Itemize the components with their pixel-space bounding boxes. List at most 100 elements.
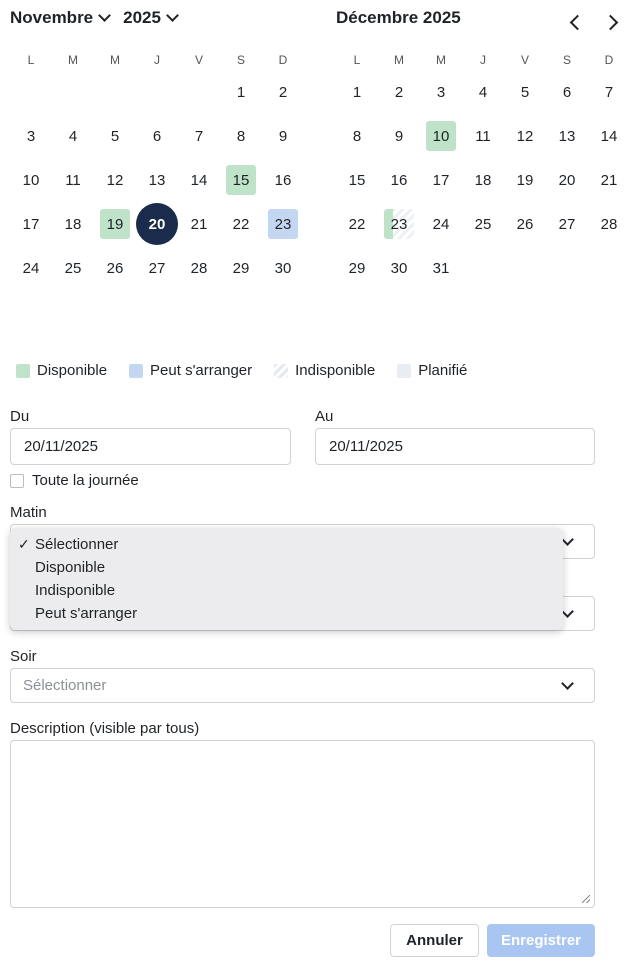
day-cell[interactable]: 15 xyxy=(220,158,262,202)
day-number: 28 xyxy=(600,215,618,233)
dropdown-option-unavailable[interactable]: Indisponible xyxy=(10,579,563,602)
day-number: 21 xyxy=(600,171,618,189)
day-cell[interactable]: 9 xyxy=(262,114,304,158)
day-cell[interactable]: 11 xyxy=(462,114,504,158)
day-cell[interactable]: 17 xyxy=(10,202,52,246)
all-day-checkbox[interactable] xyxy=(10,474,24,488)
day-cell[interactable]: 16 xyxy=(378,158,420,202)
day-cell[interactable]: 20 xyxy=(136,202,178,246)
day-cell[interactable]: 7 xyxy=(588,70,624,114)
day-cell[interactable]: 21 xyxy=(178,202,220,246)
dropdown-option-select[interactable]: ✓ Sélectionner xyxy=(10,533,563,556)
day-cell[interactable]: 24 xyxy=(10,246,52,290)
next-month-button[interactable] xyxy=(602,12,622,32)
day-cell[interactable]: 22 xyxy=(220,202,262,246)
chevron-right-icon xyxy=(602,14,618,30)
day-cell[interactable]: 30 xyxy=(262,246,304,290)
day-cell[interactable]: 13 xyxy=(136,158,178,202)
day-cell[interactable]: 23 xyxy=(262,202,304,246)
from-date-value: 20/11/2025 xyxy=(24,438,98,455)
day-cell[interactable]: 23 xyxy=(378,202,420,246)
day-cell[interactable]: 6 xyxy=(136,114,178,158)
dropdown-option-maybe[interactable]: Peut s'arranger xyxy=(10,602,563,625)
day-cell[interactable]: 29 xyxy=(336,246,378,290)
day-cell[interactable]: 27 xyxy=(546,202,588,246)
day-cell[interactable]: 22 xyxy=(336,202,378,246)
month-dropdown[interactable]: Novembre xyxy=(10,8,112,28)
day-cell[interactable]: 12 xyxy=(94,158,136,202)
year-dropdown[interactable]: 2025 xyxy=(123,8,179,28)
morning-dropdown-menu: ✓ Sélectionner Disponible Indisponible Pe… xyxy=(10,528,563,630)
day-cell[interactable]: 16 xyxy=(262,158,304,202)
day-cell[interactable]: 12 xyxy=(504,114,546,158)
previous-month-button[interactable] xyxy=(565,12,585,32)
day-cell[interactable]: 25 xyxy=(462,202,504,246)
day-cell[interactable]: 8 xyxy=(336,114,378,158)
weekday-label: M xyxy=(68,53,78,67)
description-textarea[interactable] xyxy=(10,740,595,908)
day-cell[interactable]: 14 xyxy=(178,158,220,202)
day-cell[interactable]: 24 xyxy=(420,202,462,246)
resize-handle-icon[interactable] xyxy=(582,895,590,903)
cancel-button[interactable]: Annuler xyxy=(390,924,479,957)
day-cell[interactable]: 18 xyxy=(462,158,504,202)
day-cell[interactable]: 26 xyxy=(94,246,136,290)
day-cell[interactable]: 27 xyxy=(136,246,178,290)
day-cell[interactable]: 18 xyxy=(52,202,94,246)
day-cell[interactable]: 28 xyxy=(588,202,624,246)
day-cell[interactable]: 31 xyxy=(420,246,462,290)
day-number: 3 xyxy=(436,83,446,101)
day-cell[interactable]: 19 xyxy=(504,158,546,202)
day-number: 30 xyxy=(390,259,408,277)
day-cell[interactable]: 25 xyxy=(52,246,94,290)
calendar-week-row: 17 18 19 20 21 22 23 xyxy=(10,202,304,246)
day-cell[interactable]: 3 xyxy=(10,114,52,158)
day-cell[interactable]: 3 xyxy=(420,70,462,114)
day-cell[interactable]: 10 xyxy=(10,158,52,202)
day-cell[interactable]: 2 xyxy=(378,70,420,114)
empty-day-cell xyxy=(588,246,624,290)
day-number: 24 xyxy=(22,259,40,277)
day-cell[interactable]: 13 xyxy=(546,114,588,158)
save-button[interactable]: Enregistrer xyxy=(487,924,595,957)
weekday-label: M xyxy=(394,53,404,67)
day-number: 27 xyxy=(148,259,166,277)
day-cell[interactable]: 19 xyxy=(94,202,136,246)
day-cell[interactable]: 20 xyxy=(546,158,588,202)
month-year-selector: Novembre 2025 xyxy=(10,8,179,28)
empty-day-cell xyxy=(462,246,504,290)
day-cell[interactable]: 15 xyxy=(336,158,378,202)
day-cell[interactable]: 6 xyxy=(546,70,588,114)
day-cell[interactable]: 30 xyxy=(378,246,420,290)
day-cell[interactable]: 10 xyxy=(420,114,462,158)
day-cell[interactable]: 21 xyxy=(588,158,624,202)
day-cell[interactable]: 5 xyxy=(504,70,546,114)
day-cell[interactable]: 4 xyxy=(462,70,504,114)
day-cell[interactable]: 1 xyxy=(220,70,262,114)
day-cell[interactable]: 29 xyxy=(220,246,262,290)
to-label: Au xyxy=(315,408,334,425)
day-cell[interactable]: 9 xyxy=(378,114,420,158)
day-cell[interactable]: 7 xyxy=(178,114,220,158)
to-date-input[interactable]: 20/11/2025 xyxy=(315,428,595,465)
empty-day-cell xyxy=(546,246,588,290)
day-cell[interactable]: 4 xyxy=(52,114,94,158)
to-date-value: 20/11/2025 xyxy=(329,438,403,455)
day-cell[interactable]: 1 xyxy=(336,70,378,114)
day-cell[interactable]: 17 xyxy=(420,158,462,202)
day-cell[interactable]: 26 xyxy=(504,202,546,246)
day-cell[interactable]: 11 xyxy=(52,158,94,202)
day-number: 14 xyxy=(600,127,618,145)
dropdown-option-available[interactable]: Disponible xyxy=(10,556,563,579)
day-cell[interactable]: 28 xyxy=(178,246,220,290)
day-number: 5 xyxy=(520,83,530,101)
day-cell[interactable]: 2 xyxy=(262,70,304,114)
calendar-week-row: 15 16 17 18 19 20 21 xyxy=(336,158,624,202)
day-cell[interactable]: 14 xyxy=(588,114,624,158)
chevron-down-icon xyxy=(166,9,179,22)
day-cell[interactable]: 8 xyxy=(220,114,262,158)
day-cell[interactable]: 5 xyxy=(94,114,136,158)
evening-select[interactable]: Sélectionner xyxy=(10,668,595,703)
from-date-input[interactable]: 20/11/2025 xyxy=(10,428,291,465)
weekday-label: M xyxy=(436,53,446,67)
